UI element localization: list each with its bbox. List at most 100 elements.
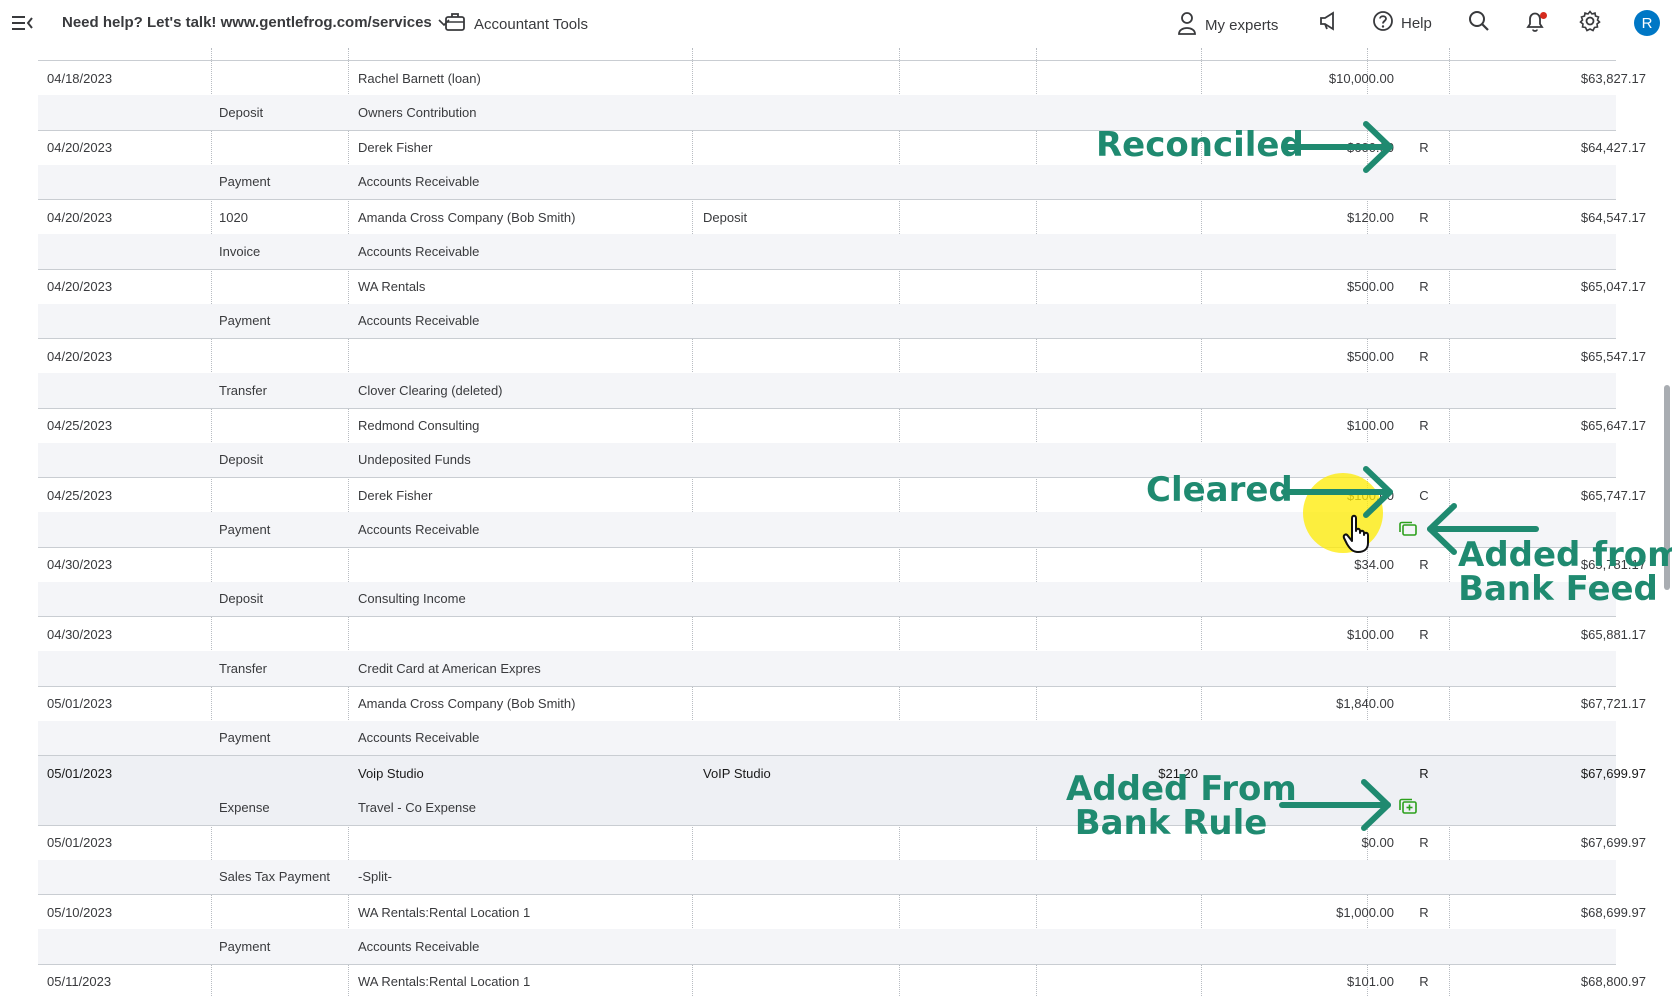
- my-experts-label: My experts: [1205, 16, 1279, 34]
- transaction-row[interactable]: 05/01/2023 $0.00 R $67,699.97 Sales Tax Paym…: [38, 824, 1646, 894]
- txn-payee: Amanda Cross Company (Bob Smith): [358, 209, 576, 225]
- txn-deposit: $1,840.00: [1336, 696, 1394, 711]
- txn-payment: [1040, 687, 1198, 721]
- txn-balance: $64,427.17: [1580, 140, 1646, 155]
- gear-icon[interactable]: [1579, 10, 1601, 32]
- txn-deposit: $100.00: [1347, 626, 1394, 642]
- transaction-row[interactable]: 04/20/2023 WA Rentals $500.00 R $65,047.17 Pa…: [38, 268, 1646, 338]
- bank-feed-annotation-line2: Bank Feed: [1458, 569, 1658, 609]
- transaction-line-1[interactable]: 05/11/2023 WA Rentals:Rental Location 1 $1…: [38, 965, 1646, 999]
- transaction-line-2[interactable]: Invoice Accounts Receivable: [38, 234, 1616, 269]
- txn-payment: [1040, 339, 1198, 373]
- transaction-line-2[interactable]: Payment Accounts Receivable: [38, 720, 1616, 755]
- bank-feed-icon[interactable]: [1398, 521, 1418, 537]
- transaction-row[interactable]: 05/10/2023 WA Rentals:Rental Location 1 $1…: [38, 894, 1646, 964]
- txn-status: [1404, 687, 1444, 721]
- help-label: Help: [1401, 14, 1432, 32]
- avatar[interactable]: R: [1634, 10, 1660, 36]
- txn-payee: Redmond Consulting: [358, 418, 480, 433]
- txn-account: Undeposited Funds: [358, 452, 471, 468]
- txn-type: Deposit: [219, 591, 264, 607]
- txn-account: Accounts Receivable: [358, 730, 480, 746]
- transaction-row[interactable]: 04/20/2023 1020 Amanda Cross Company (Bob …: [38, 199, 1646, 269]
- txn-memo: [703, 687, 903, 721]
- txn-payee: Amanda Cross Company (Bob Smith): [358, 696, 576, 711]
- bank-rule-icon[interactable]: [1398, 798, 1418, 816]
- transaction-line-2[interactable]: Deposit Consulting Income: [38, 581, 1616, 616]
- txn-status: R: [1419, 974, 1429, 989]
- txn-balance: $64,547.17: [1580, 209, 1646, 225]
- transaction-row[interactable]: 04/30/2023 $100.00 R $65,881.17 Transfer Cred…: [38, 616, 1646, 686]
- txn-account: Accounts Receivable: [358, 243, 480, 259]
- txn-type: Deposit: [219, 452, 264, 468]
- help-button[interactable]: Help: [1372, 10, 1432, 36]
- transaction-line-1[interactable]: 04/20/2023 WA Rentals $500.00 R $65,047.17: [38, 270, 1646, 304]
- txn-payment: [1040, 895, 1198, 929]
- help-services-link[interactable]: Need help? Let's talk! www.gentlefrog.co…: [62, 14, 450, 31]
- txn-date: 04/20/2023: [47, 140, 113, 155]
- txn-balance: $67,699.97: [1580, 835, 1646, 850]
- transaction-line-1[interactable]: 04/25/2023 Redmond Consulting $100.00 R $65,…: [38, 409, 1646, 443]
- txn-balance: $63,827.17: [1580, 70, 1646, 86]
- transaction-line-1[interactable]: 04/30/2023 $34.00 R $65,781.17: [38, 548, 1646, 582]
- briefcase-icon: [444, 12, 466, 36]
- txn-balance: $65,881.17: [1580, 626, 1646, 642]
- search-icon[interactable]: [1468, 10, 1490, 32]
- transaction-row[interactable]: 04/30/2023 $34.00 R $65,781.17 Deposit Consul…: [38, 546, 1646, 616]
- txn-balance: $65,047.17: [1580, 279, 1646, 294]
- megaphone-icon[interactable]: [1318, 10, 1340, 32]
- transaction-line-1[interactable]: 04/20/2023 1020 Amanda Cross Company (Bob …: [38, 200, 1646, 234]
- txn-ref-no: [219, 965, 349, 999]
- txn-status: R: [1419, 348, 1429, 364]
- txn-status: R: [1419, 418, 1429, 433]
- transaction-line-1[interactable]: 05/01/2023 Amanda Cross Company (Bob Smit…: [38, 687, 1646, 721]
- txn-account: Accounts Receivable: [358, 174, 480, 190]
- txn-balance: $65,547.17: [1580, 348, 1646, 364]
- transaction-line-2[interactable]: Payment Accounts Receivable: [38, 929, 1616, 964]
- txn-memo: [703, 339, 903, 373]
- help-services-label: Need help? Let's talk! www.gentlefrog.co…: [62, 14, 432, 31]
- txn-status: R: [1419, 904, 1429, 920]
- txn-date: 05/01/2023: [47, 765, 113, 781]
- transaction-row[interactable]: 05/11/2023 WA Rentals:Rental Location 1 $1…: [38, 963, 1646, 999]
- transaction-line-2[interactable]: Transfer Credit Card at American Expres: [38, 651, 1616, 686]
- txn-date: 04/20/2023: [47, 209, 113, 225]
- txn-payment: [1040, 965, 1198, 999]
- txn-account: Accounts Receivable: [358, 521, 480, 537]
- txn-account: Clover Clearing (deleted): [358, 382, 503, 398]
- transaction-line-1[interactable]: 04/20/2023 $500.00 R $65,547.17: [38, 339, 1646, 373]
- txn-date: 04/20/2023: [47, 279, 113, 294]
- txn-status: R: [1419, 209, 1429, 225]
- transaction-line-2[interactable]: Sales Tax Payment -Split-: [38, 859, 1616, 894]
- txn-payee: [358, 548, 698, 582]
- my-experts-button[interactable]: My experts: [1176, 10, 1278, 40]
- txn-status: R: [1419, 279, 1429, 294]
- cleared-arrow: [1281, 466, 1393, 518]
- txn-type: Payment: [219, 313, 271, 329]
- txn-payee: Derek Fisher: [358, 487, 433, 503]
- txn-payment: [1040, 409, 1198, 443]
- txn-balance: $65,647.17: [1580, 418, 1646, 433]
- txn-payee: Derek Fisher: [358, 140, 433, 155]
- transaction-line-2[interactable]: Transfer Clover Clearing (deleted): [38, 373, 1616, 408]
- transaction-line-1[interactable]: 04/30/2023 $100.00 R $65,881.17: [38, 617, 1646, 651]
- txn-ref-no: [219, 131, 349, 165]
- txn-deposit: $101.00: [1347, 974, 1394, 989]
- txn-memo: [703, 826, 903, 860]
- transaction-row[interactable]: 05/01/2023 Amanda Cross Company (Bob Smit…: [38, 685, 1646, 755]
- txn-payee: WA Rentals:Rental Location 1: [358, 904, 531, 920]
- txn-type: Invoice: [219, 243, 261, 259]
- transaction-row[interactable]: 04/20/2023 $500.00 R $65,547.17 Transfer Clov…: [38, 338, 1646, 408]
- accountant-tools-button[interactable]: Accountant Tools: [444, 12, 588, 36]
- txn-type: Transfer: [219, 660, 267, 676]
- txn-memo: [703, 270, 903, 304]
- transaction-line-1[interactable]: 04/18/2023 Rachel Barnett (loan) $10,000.0…: [38, 61, 1646, 95]
- transaction-line-2[interactable]: Payment Accounts Receivable: [38, 303, 1616, 338]
- txn-payment: [1040, 200, 1198, 234]
- transaction-line-1[interactable]: 05/10/2023 WA Rentals:Rental Location 1 $1…: [38, 895, 1646, 929]
- menu-collapse-icon[interactable]: [12, 13, 34, 33]
- txn-memo: [703, 548, 903, 582]
- txn-balance: $68,699.97: [1580, 904, 1646, 920]
- txn-deposit: $120.00: [1347, 209, 1394, 225]
- cleared-annotation: Cleared: [1146, 470, 1293, 510]
